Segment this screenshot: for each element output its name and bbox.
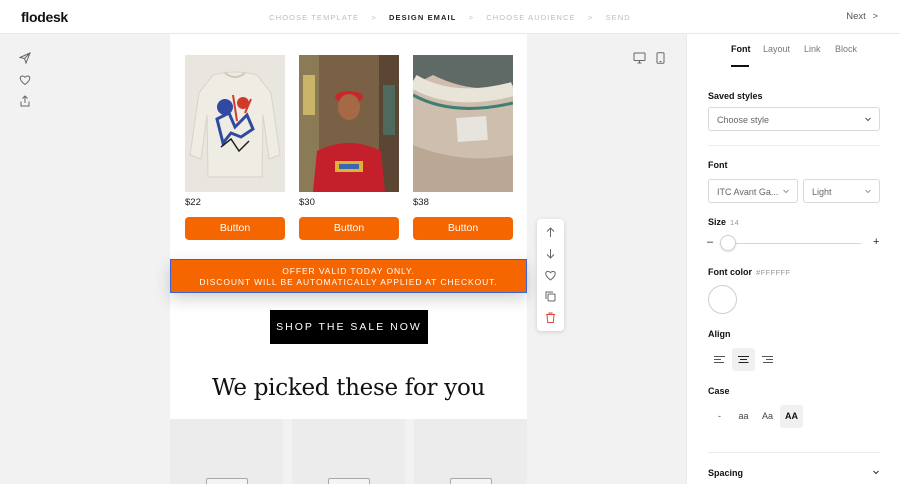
- chevron-right-icon: >: [872, 11, 878, 22]
- top-bar: flodesk CHOOSE TEMPLATE > DESIGN EMAIL >…: [0, 0, 900, 34]
- image-placeholder-icon: [328, 478, 370, 484]
- size-label: Size 14: [708, 217, 739, 227]
- product-price: $22: [185, 197, 201, 208]
- case-title-button[interactable]: Aa: [756, 405, 779, 428]
- divider: [708, 452, 880, 453]
- style-panel: Font Layout Link Block Saved styles Choo…: [686, 34, 900, 484]
- shop-sale-button[interactable]: SHOP THE SALE NOW: [270, 310, 428, 344]
- trash-icon[interactable]: [544, 311, 557, 324]
- step-separator: >: [468, 12, 475, 22]
- share-icon[interactable]: [19, 95, 31, 107]
- product-placeholder[interactable]: [414, 419, 527, 484]
- arrow-down-icon[interactable]: [544, 247, 557, 260]
- align-center-icon: [738, 356, 749, 363]
- font-family-value: ITC Avant Ga...: [717, 187, 779, 197]
- align-center-button[interactable]: [732, 348, 755, 371]
- font-family-select[interactable]: ITC Avant Ga...: [708, 179, 798, 203]
- size-slider-thumb[interactable]: [720, 235, 736, 251]
- saved-styles-label: Saved styles: [708, 91, 763, 101]
- active-tab-indicator: [731, 65, 749, 67]
- spacing-label: Spacing: [708, 468, 744, 478]
- size-label-text: Size: [708, 217, 727, 227]
- font-color-label-text: Font color: [708, 267, 752, 277]
- tshirt-photo: [413, 55, 513, 192]
- chevron-down-icon: [865, 117, 871, 122]
- image-placeholder-icon: [450, 478, 492, 484]
- offer-banner-selected[interactable]: OFFER VALID TODAY ONLY. DISCOUNT WILL BE…: [170, 259, 527, 293]
- model-photo: [299, 55, 399, 192]
- arrow-up-icon[interactable]: [544, 226, 557, 239]
- chevron-down-icon: [783, 189, 789, 194]
- font-weight-select[interactable]: Light: [803, 179, 880, 203]
- font-weight-value: Light: [812, 187, 832, 197]
- send-icon[interactable]: [19, 52, 31, 64]
- step-choose-audience[interactable]: CHOOSE AUDIENCE: [486, 13, 575, 22]
- size-decrease-button[interactable]: –: [707, 236, 713, 248]
- case-none-button[interactable]: -: [708, 405, 731, 428]
- chevron-down-icon[interactable]: [872, 468, 880, 476]
- align-left-icon: [714, 356, 725, 363]
- case-lower-button[interactable]: aa: [732, 405, 755, 428]
- product-price: $38: [413, 197, 429, 208]
- align-label: Align: [708, 329, 731, 339]
- saved-styles-select[interactable]: Choose style: [708, 107, 880, 131]
- product-button[interactable]: Button: [413, 217, 513, 240]
- saved-styles-value: Choose style: [717, 115, 770, 125]
- step-send[interactable]: SEND: [606, 13, 631, 22]
- step-design-email[interactable]: DESIGN EMAIL: [389, 13, 456, 22]
- panel-tabs: Font Layout Link Block: [687, 34, 900, 67]
- product-button[interactable]: Button: [185, 217, 285, 240]
- size-increase-button[interactable]: +: [873, 236, 879, 248]
- desktop-icon[interactable]: [633, 52, 646, 64]
- product-price: $30: [299, 197, 315, 208]
- next-button[interactable]: Next >: [846, 11, 878, 22]
- product-image-sweatshirt[interactable]: [185, 55, 285, 192]
- chevron-down-icon: [865, 189, 871, 194]
- email-canvas: $22 $30 $38 Button Button Button OFFER V…: [170, 34, 527, 419]
- heart-icon[interactable]: [19, 74, 31, 86]
- image-placeholder-icon: [206, 478, 248, 484]
- block-toolbar: [537, 219, 564, 331]
- font-label: Font: [708, 160, 728, 170]
- case-upper-button[interactable]: AA: [780, 405, 803, 428]
- step-breadcrumb: CHOOSE TEMPLATE > DESIGN EMAIL > CHOOSE …: [0, 12, 900, 22]
- font-color-value: #FFFFFF: [756, 268, 791, 277]
- divider: [708, 145, 880, 146]
- offer-line-2: DISCOUNT WILL BE AUTOMATICALLY APPLIED A…: [199, 276, 498, 287]
- tab-font[interactable]: Font: [731, 44, 751, 54]
- product-placeholder[interactable]: [292, 419, 405, 484]
- product-image-model[interactable]: [299, 55, 399, 192]
- tab-block[interactable]: Block: [835, 44, 857, 54]
- align-right-button[interactable]: [756, 348, 779, 371]
- sweatshirt-illustration: [189, 71, 281, 178]
- align-right-icon: [762, 356, 773, 363]
- font-color-swatch[interactable]: [708, 285, 737, 314]
- step-separator: >: [371, 12, 377, 22]
- align-left-button[interactable]: [708, 348, 731, 371]
- font-color-label: Font color #FFFFFF: [708, 267, 790, 277]
- size-slider-track[interactable]: [727, 243, 861, 244]
- product-placeholder-row: [170, 419, 527, 484]
- section-heading[interactable]: We picked these for you: [170, 375, 527, 401]
- step-choose-template[interactable]: CHOOSE TEMPLATE: [269, 13, 359, 22]
- offer-line-1: OFFER VALID TODAY ONLY.: [282, 266, 415, 276]
- case-label: Case: [708, 386, 730, 396]
- product-button[interactable]: Button: [299, 217, 399, 240]
- product-image-tshirt[interactable]: [413, 55, 513, 192]
- step-separator: >: [587, 12, 594, 22]
- tab-link[interactable]: Link: [804, 44, 821, 54]
- size-value: 14: [730, 218, 740, 227]
- tab-layout[interactable]: Layout: [763, 44, 790, 54]
- heart-icon[interactable]: [544, 269, 557, 282]
- product-placeholder[interactable]: [170, 419, 283, 484]
- spacing-section[interactable]: Spacing: [708, 468, 743, 478]
- duplicate-icon[interactable]: [544, 290, 557, 303]
- mobile-icon[interactable]: [656, 52, 665, 64]
- next-label: Next: [846, 11, 866, 22]
